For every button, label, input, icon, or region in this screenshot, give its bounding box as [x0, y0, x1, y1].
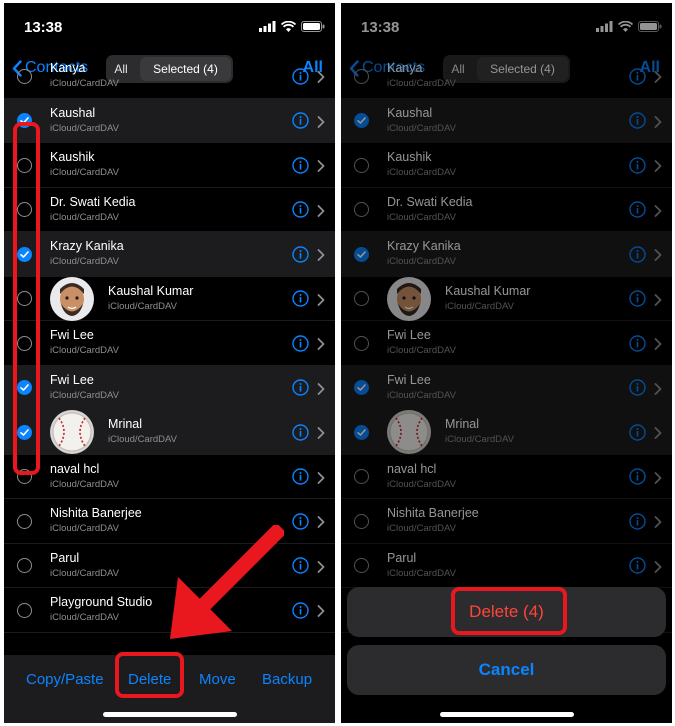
chevron-right-icon [317, 471, 325, 484]
contact-account: iCloud/CardDAV [108, 434, 177, 445]
chevron-right-icon [317, 248, 325, 262]
signal-icon [259, 21, 276, 32]
home-indicator [439, 712, 574, 717]
contact-name: Krazy Kanika [50, 239, 124, 253]
red-arrow-annotation [170, 525, 284, 639]
confirm-delete-highlight [451, 587, 567, 635]
contact-row[interactable]: Kaushal iCloud/CardDAV [4, 98, 335, 143]
wifi-icon [281, 21, 296, 32]
contact-account: iCloud/CardDAV [50, 345, 119, 356]
contact-account: iCloud/CardDAV [50, 78, 119, 89]
info-icon[interactable] [292, 246, 309, 263]
chevron-right-icon [317, 70, 325, 84]
backup-button[interactable]: Backup [262, 671, 312, 688]
selected-checkboxes-highlight [13, 122, 40, 475]
info-icon[interactable] [292, 379, 309, 396]
info-icon[interactable] [292, 424, 309, 441]
contact-account: iCloud/CardDAV [50, 389, 119, 401]
chevron-right-icon [317, 337, 325, 351]
contact-name: Nishita Banerjee [50, 506, 142, 520]
info-icon[interactable] [292, 290, 309, 307]
chevron-right-icon [317, 382, 325, 395]
contact-account: iCloud/CardDAV [50, 523, 119, 534]
left-phone-screen: 13:38 Contacts All Selected (4) All Kany… [4, 3, 335, 723]
contact-name: Mrinal [108, 417, 143, 431]
contact-account: iCloud/CardDAV [50, 612, 119, 623]
contact-name: Kaushal [50, 105, 96, 120]
contact-account: iCloud/CardDAV [50, 167, 119, 178]
unchecked-circle-icon[interactable] [17, 513, 32, 529]
contact-name: Dr. Swati Kedia [50, 194, 136, 209]
info-icon[interactable] [292, 513, 309, 530]
contact-account: iCloud/CardDAV [50, 567, 119, 579]
info-icon[interactable] [292, 68, 309, 85]
baseball-avatar [50, 410, 94, 454]
contact-account: iCloud/CardDAV [108, 300, 177, 312]
unchecked-circle-icon[interactable] [17, 68, 32, 84]
info-icon[interactable] [292, 557, 309, 574]
contact-account: iCloud/CardDAV [50, 256, 119, 267]
info-icon[interactable] [292, 335, 309, 352]
contact-row[interactable]: Fwi Lee iCloud/CardDAV [4, 321, 335, 366]
status-time: 13:38 [24, 19, 63, 36]
delete-button-highlight [115, 652, 184, 698]
info-icon[interactable] [292, 112, 309, 129]
memoji-avatar [50, 276, 94, 321]
contact-name: Kaushik [50, 150, 95, 164]
contact-row[interactable]: Krazy Kanika iCloud/CardDAV [4, 232, 335, 277]
chevron-right-icon [317, 159, 325, 173]
contact-row[interactable]: Dr. Swati Kedia iCloud/CardDAV [4, 188, 335, 232]
contact-account: iCloud/CardDAV [50, 478, 119, 490]
contact-name: Playground Studio [50, 595, 153, 609]
contact-row[interactable]: Kaushik iCloud/CardDAV [4, 143, 335, 188]
contact-name: Kaushal Kumar [108, 283, 194, 298]
chevron-right-icon [317, 560, 325, 573]
info-icon[interactable] [292, 201, 309, 218]
contact-name: Fwi Lee [50, 372, 94, 387]
unchecked-circle-icon[interactable] [17, 558, 32, 574]
move-button[interactable]: Move [199, 671, 236, 688]
cancel-button[interactable]: Cancel [347, 645, 666, 695]
chevron-right-icon [317, 115, 325, 128]
unchecked-circle-icon[interactable] [17, 602, 32, 618]
contact-row[interactable]: Kanya iCloud/CardDAV [4, 54, 335, 99]
home-indicator [102, 712, 237, 717]
chevron-right-icon [317, 426, 325, 440]
contact-name: Kanya [50, 61, 86, 75]
info-icon[interactable] [292, 157, 309, 174]
right-phone-screen: 13:38 Contacts All Selected (4) All Kany… [341, 3, 672, 723]
contact-name: naval hcl [50, 461, 100, 476]
contact-name: Fwi Lee [50, 328, 94, 342]
copy-paste-button[interactable]: Copy/Paste [26, 671, 104, 688]
status-bar: 13:38 [4, 3, 335, 47]
chevron-right-icon [317, 515, 325, 529]
chevron-right-icon [317, 293, 325, 306]
contact-row[interactable]: naval hcl iCloud/CardDAV [4, 455, 335, 499]
contact-account: iCloud/CardDAV [50, 122, 119, 134]
contact-row[interactable]: Fwi Lee iCloud/CardDAV [4, 365, 335, 410]
info-icon[interactable] [292, 468, 309, 485]
contact-row[interactable]: Kaushal Kumar iCloud/CardDAV [4, 276, 335, 321]
chevron-right-icon [317, 204, 325, 217]
contact-account: iCloud/CardDAV [50, 211, 119, 223]
info-icon[interactable] [292, 602, 309, 619]
contact-row[interactable]: Mrinal iCloud/CardDAV [4, 410, 335, 455]
chevron-right-icon [317, 604, 325, 618]
system-icons [259, 21, 325, 32]
contact-name: Parul [50, 550, 80, 565]
battery-icon [301, 21, 325, 32]
